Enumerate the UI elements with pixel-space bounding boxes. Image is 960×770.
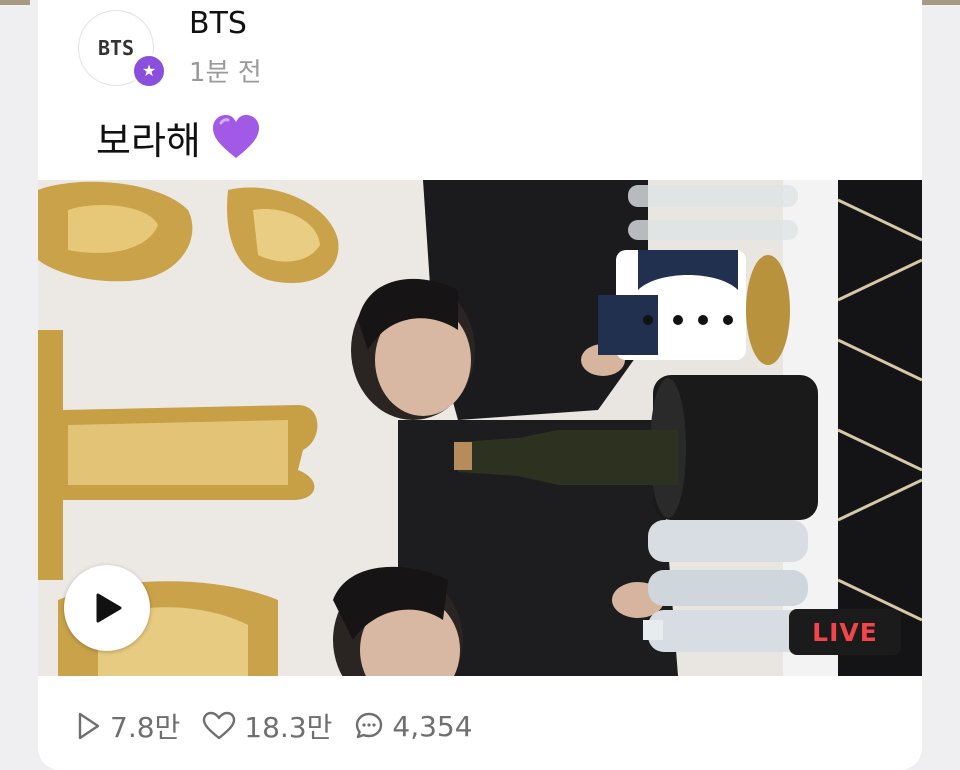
video-frame-image [38,180,922,676]
avatar-logo-text: BTS [97,36,135,60]
post-caption: 보라해 [96,110,261,169]
likes-count: 18.3만 [244,711,333,744]
play-icon [96,593,122,623]
live-video-thumbnail[interactable]: LIVE [38,180,922,676]
comments-stat[interactable]: 4,354 [354,709,473,743]
heart-outline-icon [203,711,236,740]
play-outline-icon [78,712,100,740]
likes-stat[interactable]: 18.3만 [202,706,332,746]
caption-text: 보라해 [96,119,201,163]
live-badge: LIVE [789,609,901,655]
top-divider-left [0,0,30,5]
play-button[interactable] [64,565,150,651]
top-divider-right [922,0,960,5]
comments-count: 4,354 [392,709,473,743]
comment-bubble-icon [356,712,383,739]
verified-star-badge-icon: ★ [132,54,166,88]
post-stats: 7.8만 18.3만 4,354 [76,706,473,746]
post-timestamp: 1분 전 [189,58,262,88]
post-card: BTS ★ BTS 1분 전 보라해 LIVE 7.8만 18.3만 4,354 [38,0,922,770]
views-stat: 7.8만 [76,706,180,746]
author-name[interactable]: BTS [189,6,247,41]
views-count: 7.8만 [110,711,181,744]
purple-heart-icon [211,114,261,169]
